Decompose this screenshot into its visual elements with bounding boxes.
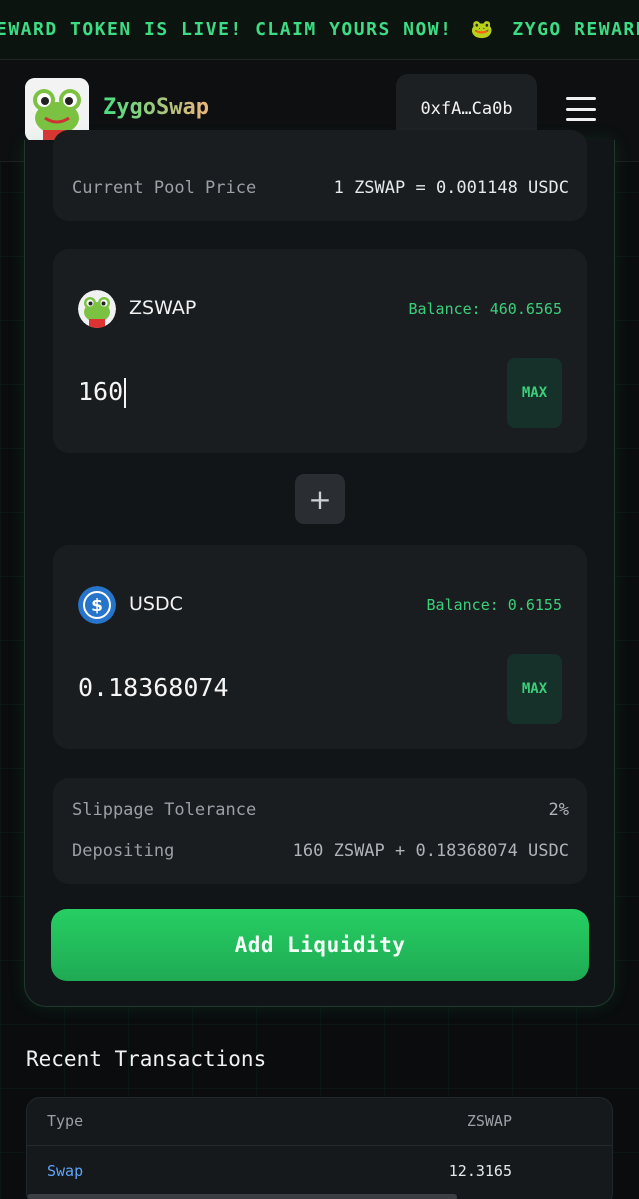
token-b-balance: Balance: 0.6155 [426, 596, 562, 614]
slippage-value: 2% [548, 800, 569, 820]
text-caret [124, 378, 127, 408]
frog-icon: 🐸 [470, 19, 495, 40]
depositing-label: Depositing [72, 841, 175, 861]
brand-name: ZygoSwap [103, 95, 209, 120]
depositing-row: Depositing 160 ZSWAP + 0.18368074 USDC [72, 841, 569, 861]
horizontal-scrollbar[interactable] [27, 1194, 457, 1199]
token-b-symbol[interactable]: USDC [129, 593, 183, 615]
pool-price-value: 1 ZSWAP = 0.001148 USDC [333, 178, 569, 198]
add-liquidity-button[interactable]: Add Liquidity [51, 909, 589, 981]
token-a-balance: Balance: 460.6565 [408, 300, 562, 318]
deposit-summary: Slippage Tolerance 2% Depositing 160 ZSW… [53, 778, 587, 884]
slippage-label: Slippage Tolerance [72, 800, 257, 820]
slippage-row: Slippage Tolerance 2% [72, 800, 569, 820]
transaction-type-link[interactable]: Swap [47, 1162, 83, 1180]
svg-text:$: $ [91, 596, 103, 616]
zswap-token-icon [78, 290, 116, 328]
transactions-table: Type ZSWAP Swap 12.3165 [26, 1097, 613, 1199]
table-header: Type ZSWAP [27, 1098, 612, 1146]
token-a-max-button[interactable]: MAX [507, 358, 562, 428]
hamburger-menu-icon[interactable] [566, 97, 596, 121]
ticker-text-2: ZYGO REWARD [512, 19, 639, 40]
add-liquidity-panel: Current Pool Price 1 ZSWAP = 0.001148 US… [24, 130, 615, 1007]
token-a-symbol[interactable]: ZSWAP [129, 297, 196, 319]
token-a-input-card: ZSWAP Balance: 460.6565 160 MAX [53, 249, 587, 453]
token-b-amount-input[interactable]: 0.18368074 [78, 673, 229, 702]
token-a-amount-input[interactable]: 160 [78, 377, 127, 408]
pool-price-label: Current Pool Price [72, 178, 257, 198]
token-a-amount-value: 160 [78, 377, 124, 406]
recent-transactions-title: Recent Transactions [26, 1047, 267, 1071]
transaction-amount: 12.3165 [448, 1162, 512, 1180]
column-header-zswap: ZSWAP [466, 1112, 512, 1130]
ticker-track: EWARD TOKEN IS LIVE! CLAIM YOURS NOW! 🐸 … [0, 19, 639, 40]
depositing-value: 160 ZSWAP + 0.18368074 USDC [292, 841, 569, 861]
usdc-token-icon: $ [78, 586, 116, 624]
ticker-text: EWARD TOKEN IS LIVE! CLAIM YOURS NOW! [0, 19, 453, 40]
column-header-type: Type [47, 1112, 84, 1130]
token-b-max-button[interactable]: MAX [507, 654, 562, 724]
plus-icon: + [295, 474, 345, 524]
token-b-input-card: $ USDC Balance: 0.6155 0.18368074 MAX [53, 545, 587, 749]
announcement-ticker: EWARD TOKEN IS LIVE! CLAIM YOURS NOW! 🐸 … [0, 0, 639, 60]
pool-price-box: Current Pool Price 1 ZSWAP = 0.001148 US… [53, 130, 587, 221]
